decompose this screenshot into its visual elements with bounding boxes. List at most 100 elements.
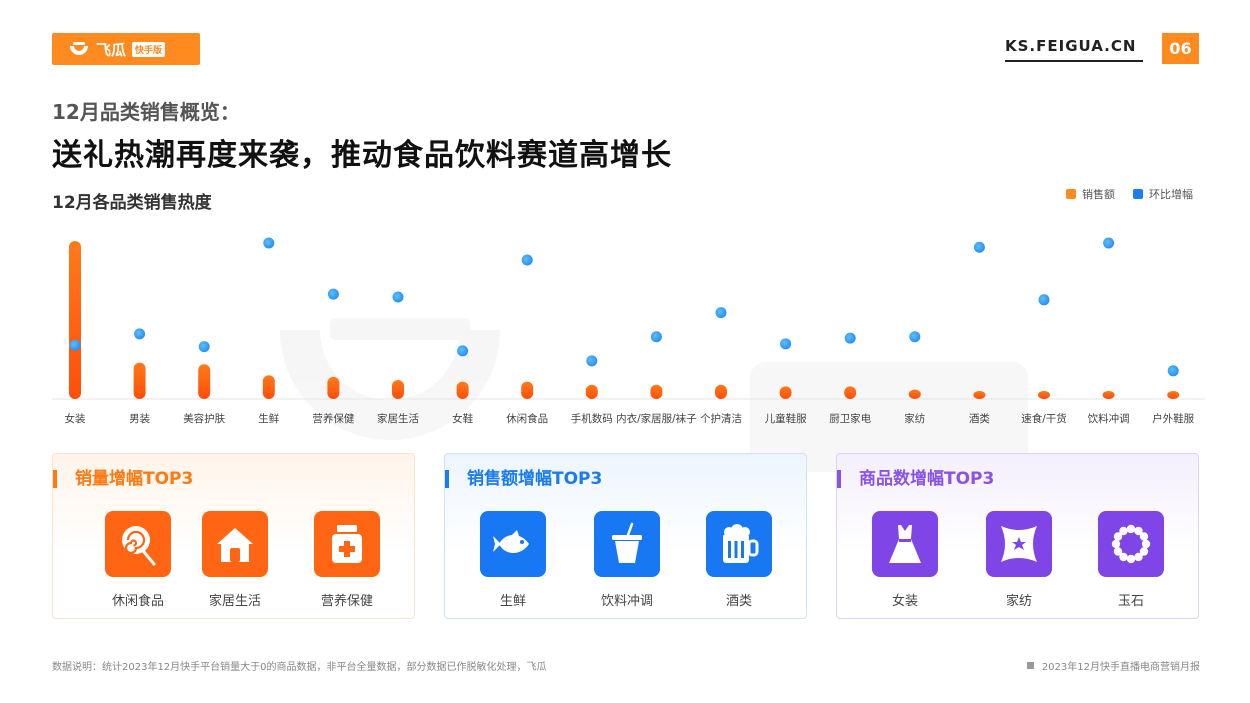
bead-shape (1113, 547, 1123, 556)
top-item-label: 饮料冲调 (600, 594, 653, 609)
bar-营养保健 (327, 376, 340, 399)
x-tick-label: 美容护肤 (183, 412, 225, 425)
growth-dot-内衣/家居服/袜子 (650, 331, 662, 343)
bar-生鲜 (262, 375, 275, 399)
top-item-label: 家居生活 (208, 594, 261, 609)
x-tick-label: 手机数码 (571, 412, 613, 425)
panel-title-product-count-growth: 商品数增幅TOP3 (837, 470, 994, 488)
x-tick-label: 男装 (129, 412, 150, 425)
growth-dot-酒类 (973, 241, 985, 253)
x-tick-label: 休闲食品 (506, 412, 548, 425)
bead-shape (1111, 539, 1121, 549)
x-tick-label: 女装 (65, 412, 86, 425)
bar-厨卫家电 (844, 386, 857, 399)
growth-dot-速食/干货 (1038, 294, 1050, 306)
bar-休闲食品 (521, 381, 534, 399)
x-tick-label: 速食/干货 (1021, 412, 1067, 425)
dress-icon (889, 525, 921, 563)
growth-dot-儿童鞋服 (780, 338, 792, 350)
growth-dot-营养保健 (327, 288, 339, 300)
top-item-fresh[interactable]: 生鲜 (458, 511, 568, 609)
top-item-label: 营养保健 (320, 594, 373, 609)
top-item-bedding[interactable]: 家纺 (964, 511, 1074, 609)
growth-dot-女装 (69, 339, 81, 351)
bead-bracelet-icon (1111, 524, 1151, 564)
drink-cup-icon (612, 522, 642, 563)
growth-dot-家居生活 (392, 291, 404, 303)
bar-儿童鞋服 (779, 386, 792, 399)
panel-sales-growth: 销售额增幅TOP3 生鲜 饮料冲调 酒类 (444, 453, 807, 619)
bead-shape (1134, 552, 1143, 562)
top-item-liquor[interactable]: 酒类 (684, 511, 794, 609)
top-item-label: 家纺 (1005, 594, 1032, 609)
report-square-icon (1026, 662, 1034, 669)
x-tick-label: 家居生活 (377, 412, 419, 425)
growth-dot-户外鞋服 (1167, 365, 1179, 377)
growth-dot-休闲食品 (521, 254, 533, 266)
beer-mug-icon (723, 524, 759, 563)
x-tick-label: 营养保健 (312, 412, 354, 425)
top-item-jade[interactable]: 玉石 (1076, 511, 1186, 609)
bar-男装 (133, 362, 146, 399)
fish-icon (493, 530, 529, 553)
panel-title-volume-growth: 销量增幅TOP3 (53, 470, 193, 488)
growth-dot-手机数码 (586, 355, 598, 367)
bead-shape (1126, 524, 1136, 534)
bar-个护清洁 (715, 384, 727, 399)
house-icon (217, 528, 253, 562)
growth-dot-饮料冲调 (1103, 237, 1115, 249)
growth-dot-生鲜 (263, 237, 275, 249)
top-item-label: 生鲜 (499, 594, 526, 609)
bar-家居生活 (392, 380, 404, 399)
panel-product-count-growth: 商品数增幅TOP3 女装 家纺 玉石 (836, 453, 1199, 619)
x-tick-label: 儿童鞋服 (765, 412, 807, 425)
growth-dot-女鞋 (457, 345, 469, 357)
x-tick-label: 内衣/家居服/袜子 (616, 412, 697, 425)
growth-dot-个护清洁 (715, 307, 727, 319)
report-name: 2023年12月快手直播电商营销月报 (1026, 658, 1200, 673)
panel-title-sales-growth: 销售额增幅TOP3 (445, 470, 602, 488)
pillow-icon (1001, 526, 1037, 562)
report-label: 2023年12月快手直播电商营销月报 (1041, 662, 1200, 673)
bar-饮料冲调 (1102, 391, 1115, 399)
category-sales-chart: 女装 男装 美容护肤 生鲜 营养保健 家居生活 女鞋 休闲食品 手机数码 内衣/家居服/袜子 个护清… (52, 237, 1205, 425)
x-tick-label: 酒类 (969, 412, 990, 425)
bar-家纺 (908, 389, 921, 399)
x-tick-label: 个护清洁 (700, 412, 742, 425)
medicine-bottle-icon (332, 525, 362, 563)
x-tick-label: 家纺 (904, 412, 925, 425)
x-tick-label: 户外鞋服 (1152, 412, 1194, 425)
top-item-health[interactable]: 营养保健 (292, 511, 402, 609)
bar-美容护肤 (198, 364, 211, 399)
top-item-label: 女装 (891, 594, 918, 609)
bar-速食/干货 (1038, 391, 1050, 399)
bead-shape (1139, 532, 1149, 541)
x-tick-label: 生鲜 (258, 412, 279, 425)
growth-dot-厨卫家电 (844, 332, 856, 344)
bar-女鞋 (456, 381, 469, 399)
x-tick-label: 饮料冲调 (1088, 412, 1130, 425)
growth-dot-美容护肤 (198, 341, 210, 353)
x-tick-label: 女鞋 (452, 412, 473, 425)
top-item-label: 休闲食品 (111, 594, 164, 609)
top-item-snacks[interactable]: 休闲食品 (83, 511, 193, 609)
bar-手机数码 (585, 384, 598, 399)
top-item-label: 酒类 (725, 594, 752, 609)
data-footnote: 数据说明：统计2023年12月快手平台销量大于0的商品数据，非平台全量数据，部分… (52, 662, 547, 673)
growth-dot-男装 (134, 328, 146, 340)
top-item-home-living[interactable]: 家居生活 (180, 511, 290, 609)
bar-酒类 (973, 391, 986, 399)
bar-女装 (69, 241, 81, 399)
bar-内衣/家居服/袜子 (650, 384, 663, 399)
top-item-womenswear[interactable]: 女装 (850, 511, 960, 609)
bead-shape (1119, 526, 1128, 536)
top-item-drinks[interactable]: 饮料冲调 (572, 511, 682, 609)
lollipop-icon (122, 526, 156, 566)
top-item-label: 玉石 (1117, 594, 1144, 609)
x-tick-label: 厨卫家电 (829, 412, 871, 425)
panel-volume-growth: 销量增幅TOP3 休闲食品 家居生活 营养保健 (52, 453, 415, 619)
growth-dot-家纺 (909, 331, 921, 343)
bead-shape (1126, 554, 1136, 564)
bar-户外鞋服 (1167, 391, 1180, 399)
bead-shape (1141, 539, 1151, 549)
